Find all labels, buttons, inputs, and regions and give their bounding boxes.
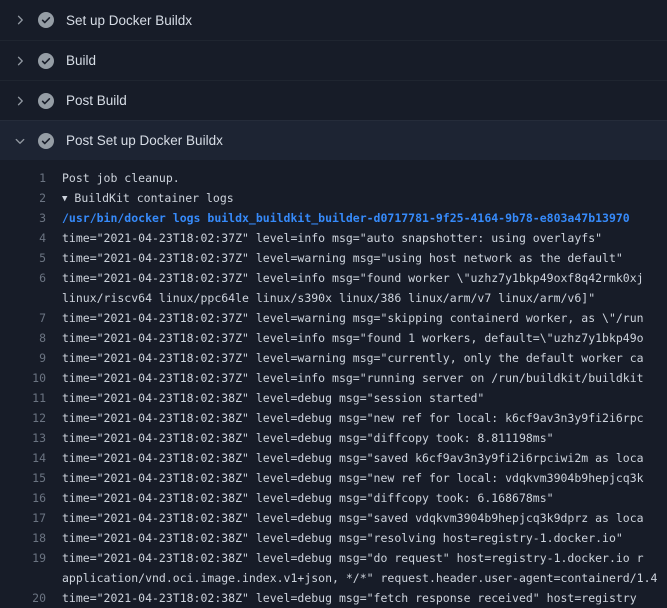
step-title: Post Set up Docker Buildx	[66, 133, 223, 148]
log-line: 13 time="2021-04-23T18:02:38Z" level=deb…	[0, 428, 667, 448]
chevron-down-icon	[12, 133, 28, 149]
log-line: 12 time="2021-04-23T18:02:38Z" level=deb…	[0, 408, 667, 428]
step-header[interactable]: Build	[0, 40, 667, 80]
log-line-text: time="2021-04-23T18:02:37Z" level=info m…	[62, 228, 667, 248]
check-circle-icon	[38, 53, 54, 69]
log-line-number[interactable]: 3	[0, 208, 62, 228]
log-line-text: time="2021-04-23T18:02:38Z" level=debug …	[62, 408, 667, 428]
log-line: 15 time="2021-04-23T18:02:38Z" level=deb…	[0, 468, 667, 488]
log-line: 2 ▼ BuildKit container logs	[0, 188, 667, 208]
step-title: Post Build	[66, 93, 127, 108]
log-line-number[interactable]: 2	[0, 188, 62, 208]
log-line-number[interactable]: 10	[0, 368, 62, 388]
log-line: 6 time="2021-04-23T18:02:37Z" level=info…	[0, 268, 667, 288]
log-line-continuation: linux/riscv64 linux/ppc64le linux/s390x …	[62, 288, 667, 308]
log-line: 16 time="2021-04-23T18:02:38Z" level=deb…	[0, 488, 667, 508]
log-line-number[interactable]: 11	[0, 388, 62, 408]
log-line-text: time="2021-04-23T18:02:38Z" level=debug …	[62, 508, 667, 528]
log-line: 17 time="2021-04-23T18:02:38Z" level=deb…	[0, 508, 667, 528]
log-line-number[interactable]: 15	[0, 468, 62, 488]
log-line-number[interactable]: 8	[0, 328, 62, 348]
log-line-text: time="2021-04-23T18:02:38Z" level=debug …	[62, 528, 667, 548]
log-line-text: time="2021-04-23T18:02:37Z" level=info m…	[62, 268, 667, 288]
log-line: 9 time="2021-04-23T18:02:37Z" level=warn…	[0, 348, 667, 368]
log-line-number[interactable]: 7	[0, 308, 62, 328]
log-line-text: time="2021-04-23T18:02:38Z" level=debug …	[62, 488, 667, 508]
log-line-text: time="2021-04-23T18:02:38Z" level=debug …	[62, 448, 667, 468]
log-line-number[interactable]: 1	[0, 168, 62, 188]
log-line-number[interactable]: 19	[0, 548, 62, 568]
log-line: application/vnd.oci.image.index.v1+json,…	[0, 568, 667, 588]
log-line-number[interactable]: 20	[0, 588, 62, 608]
step-header[interactable]: Post Build	[0, 80, 667, 120]
log-line-number[interactable]: 16	[0, 488, 62, 508]
log-line-text: ▼ BuildKit container logs	[62, 188, 667, 208]
log-line-number[interactable]: 9	[0, 348, 62, 368]
step-header[interactable]: Post Set up Docker Buildx	[0, 120, 667, 160]
log-line-text: time="2021-04-23T18:02:37Z" level=warnin…	[62, 248, 667, 268]
log-line-text: time="2021-04-23T18:02:38Z" level=debug …	[62, 588, 667, 608]
log-line-text: time="2021-04-23T18:02:37Z" level=warnin…	[62, 308, 667, 328]
log-line-number[interactable]: 18	[0, 528, 62, 548]
chevron-right-icon	[12, 53, 28, 69]
log-line-number[interactable]: 14	[0, 448, 62, 468]
log-line: 7 time="2021-04-23T18:02:37Z" level=warn…	[0, 308, 667, 328]
log-line-text: time="2021-04-23T18:02:38Z" level=debug …	[62, 428, 667, 448]
log-line: 20 time="2021-04-23T18:02:38Z" level=deb…	[0, 588, 667, 608]
log-line-number[interactable]: 17	[0, 508, 62, 528]
log-line: 4 time="2021-04-23T18:02:37Z" level=info…	[0, 228, 667, 248]
check-circle-icon	[38, 12, 54, 28]
log-line: 3 /usr/bin/docker logs buildx_buildkit_b…	[0, 208, 667, 228]
log-area: 1 Post job cleanup. 2 ▼ BuildKit containe…	[0, 160, 667, 608]
log-line-continuation: application/vnd.oci.image.index.v1+json,…	[62, 568, 667, 588]
step-title: Build	[66, 53, 96, 68]
log-line: 19 time="2021-04-23T18:02:38Z" level=deb…	[0, 548, 667, 568]
log-line-number[interactable]	[0, 288, 62, 308]
log-line: 1 Post job cleanup.	[0, 168, 667, 188]
step-header[interactable]: Set up Docker Buildx	[0, 0, 667, 40]
log-line: 8 time="2021-04-23T18:02:37Z" level=info…	[0, 328, 667, 348]
log-line: 14 time="2021-04-23T18:02:38Z" level=deb…	[0, 448, 667, 468]
step-list: Set up Docker Buildx Build P	[0, 0, 667, 160]
group-toggle-icon[interactable]: ▼	[62, 189, 67, 208]
log-line-number[interactable]: 13	[0, 428, 62, 448]
log-line-text: time="2021-04-23T18:02:37Z" level=info m…	[62, 368, 667, 388]
workflow-log-viewer: Set up Docker Buildx Build P	[0, 0, 667, 608]
group-title[interactable]: BuildKit container logs	[74, 191, 233, 205]
step-title: Set up Docker Buildx	[66, 13, 192, 28]
check-circle-icon	[38, 133, 54, 149]
log-line-text: time="2021-04-23T18:02:37Z" level=info m…	[62, 328, 667, 348]
chevron-right-icon	[12, 93, 28, 109]
log-line: 5 time="2021-04-23T18:02:37Z" level=warn…	[0, 248, 667, 268]
log-line-text: time="2021-04-23T18:02:38Z" level=debug …	[62, 548, 667, 568]
log-line-text: time="2021-04-23T18:02:37Z" level=warnin…	[62, 348, 667, 368]
log-line: 11 time="2021-04-23T18:02:38Z" level=deb…	[0, 388, 667, 408]
log-line-number[interactable]: 6	[0, 268, 62, 288]
log-line-text: /usr/bin/docker logs buildx_buildkit_bui…	[62, 208, 667, 228]
log-line-number[interactable]: 5	[0, 248, 62, 268]
log-line-number[interactable]: 4	[0, 228, 62, 248]
check-circle-icon	[38, 93, 54, 109]
log-line-number[interactable]: 12	[0, 408, 62, 428]
log-line-text: time="2021-04-23T18:02:38Z" level=debug …	[62, 468, 667, 488]
log-line: 10 time="2021-04-23T18:02:37Z" level=inf…	[0, 368, 667, 388]
log-line-text: time="2021-04-23T18:02:38Z" level=debug …	[62, 388, 667, 408]
log-line-text: Post job cleanup.	[62, 168, 667, 188]
log-line: linux/riscv64 linux/ppc64le linux/s390x …	[0, 288, 667, 308]
log-line-number[interactable]	[0, 568, 62, 588]
log-line: 18 time="2021-04-23T18:02:38Z" level=deb…	[0, 528, 667, 548]
chevron-right-icon	[12, 12, 28, 28]
